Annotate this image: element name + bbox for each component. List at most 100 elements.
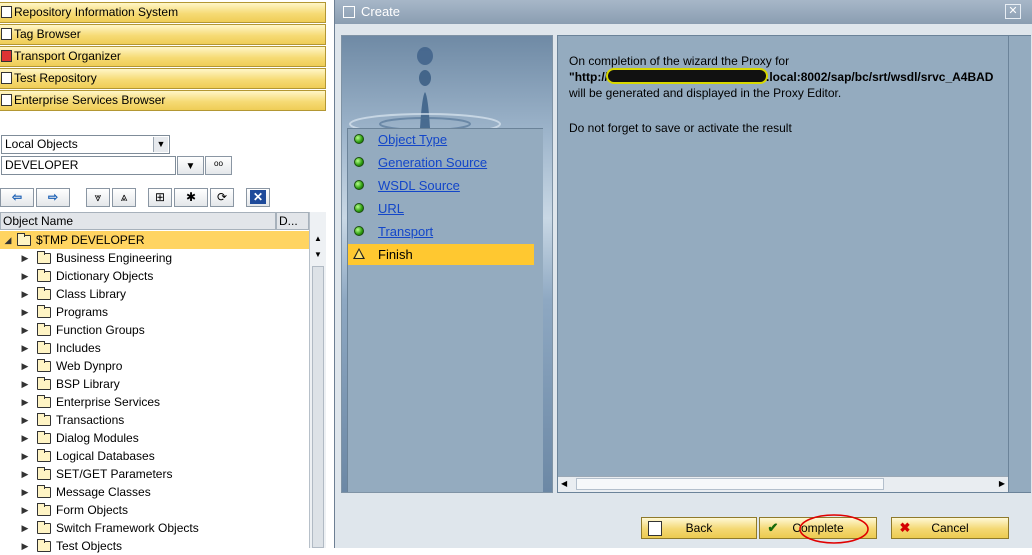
folder-icon	[37, 269, 51, 282]
dialog-side-strip	[1009, 35, 1031, 493]
dropdown-button[interactable]: ▼	[177, 156, 204, 175]
tree-node[interactable]: ▶ Message Classes	[0, 483, 309, 501]
collapsed-arrow-icon[interactable]: ▶	[20, 465, 30, 483]
object-name-value: DEVELOPER	[5, 158, 79, 172]
expanded-arrow-icon: ◢	[4, 235, 12, 245]
collapsed-arrow-icon[interactable]: ▶	[20, 321, 30, 339]
tree-node[interactable]: ▶ Test Objects	[0, 537, 309, 555]
nav-enterprise-services-browser[interactable]: Enterprise Services Browser	[0, 90, 326, 111]
step-generation-source[interactable]: Generation Source	[348, 152, 542, 173]
collapsed-arrow-icon[interactable]: ▶	[20, 393, 30, 411]
nav-transport-organizer[interactable]: Transport Organizer	[0, 46, 326, 67]
column-header-label: Object Name	[3, 214, 74, 228]
wizard-message-area: On completion of the wizard the Proxy fo…	[557, 35, 1009, 493]
collapsed-arrow-icon[interactable]: ▶	[20, 429, 30, 447]
tree-node[interactable]: ▶ Form Objects	[0, 501, 309, 519]
refresh-icon: ⟳	[216, 190, 228, 204]
step-finish[interactable]: Finish	[348, 244, 534, 265]
tree-node[interactable]: ▶ Includes	[0, 339, 309, 357]
tree-node-label: Dialog Modules	[56, 431, 139, 445]
nav-repository-information-system[interactable]: Repository Information System	[0, 2, 326, 23]
dialog-window-icon	[343, 6, 355, 18]
message-line-4: Do not forget to save or activate the re…	[569, 121, 792, 135]
collapsed-arrow-icon[interactable]: ▶	[20, 519, 30, 537]
column-header-description[interactable]: D...	[276, 212, 309, 230]
tree-node[interactable]: ▶ Class Library	[0, 285, 309, 303]
tree-node[interactable]: ▶ Switch Framework Objects	[0, 519, 309, 537]
nav-label: Repository Information System	[14, 5, 179, 19]
collapsed-arrow-icon[interactable]: ▶	[20, 339, 30, 357]
collapsed-arrow-icon[interactable]: ▶	[20, 375, 30, 393]
tree-scrollbar[interactable]: ▲ ▼	[309, 212, 326, 548]
dialog-title-bar: Create ✕	[335, 0, 1032, 24]
glasses-icon: ᵒᵒ	[213, 158, 224, 172]
hierarchy-button[interactable]: ⊞	[148, 188, 172, 207]
tree-node[interactable]: ▶ SET/GET Parameters	[0, 465, 309, 483]
cancel-button[interactable]: ✖ Cancel	[891, 517, 1009, 539]
tree-node[interactable]: ▶ Enterprise Services	[0, 393, 309, 411]
tree-node[interactable]: ▶ Web Dynpro	[0, 357, 309, 375]
tree-node[interactable]: ▶ Logical Databases	[0, 447, 309, 465]
forward-nav-button[interactable]: ⇨	[36, 188, 70, 207]
collapsed-arrow-icon[interactable]: ▶	[20, 357, 30, 375]
gear-icon: ✱	[185, 190, 197, 204]
tree-node[interactable]: ▶ Programs	[0, 303, 309, 321]
tree-node[interactable]: ▶ Function Groups	[0, 321, 309, 339]
tree-node-label: Function Groups	[56, 323, 145, 337]
checkmark-icon: ✔	[767, 520, 779, 535]
tree-node[interactable]: ▶ BSP Library	[0, 375, 309, 393]
complete-button[interactable]: ✔ Complete	[759, 514, 877, 544]
back-button[interactable]: Back	[641, 517, 757, 539]
step-label[interactable]: Transport	[378, 221, 433, 242]
scroll-thumb[interactable]	[576, 478, 884, 490]
collapse-all-button[interactable]: ⩓	[112, 188, 136, 207]
wizard-steps-list: Object Type Generation Source WSDL Sourc…	[347, 128, 543, 492]
step-transport[interactable]: Transport	[348, 221, 542, 242]
step-label: Finish	[378, 247, 413, 262]
collapsed-arrow-icon[interactable]: ▶	[20, 537, 30, 555]
collapsed-arrow-icon[interactable]: ▶	[20, 411, 30, 429]
step-url[interactable]: URL	[348, 198, 542, 219]
back-nav-button[interactable]: ⇦	[0, 188, 34, 207]
horizontal-scrollbar[interactable]: ◀ ▶	[558, 476, 1008, 492]
scroll-thumb[interactable]	[312, 266, 324, 548]
collapsed-arrow-icon[interactable]: ▶	[20, 285, 30, 303]
tree-node[interactable]: ▶ Dictionary Objects	[0, 267, 309, 285]
column-header-object-name[interactable]: Object Name	[0, 212, 276, 230]
collapsed-arrow-icon[interactable]: ▶	[20, 447, 30, 465]
collapse-icon: ⩓	[120, 190, 128, 204]
folder-icon	[37, 395, 51, 408]
collapsed-arrow-icon[interactable]: ▶	[20, 483, 30, 501]
collapsed-arrow-icon[interactable]: ▶	[20, 267, 30, 285]
folder-icon	[37, 287, 51, 300]
step-label[interactable]: WSDL Source	[378, 175, 460, 196]
tree-root-node[interactable]: ◢ $TMP DEVELOPER	[0, 231, 309, 249]
folder-icon	[37, 539, 51, 552]
step-object-type[interactable]: Object Type	[348, 129, 542, 150]
tree-root-label: $TMP DEVELOPER	[36, 233, 145, 247]
object-name-input[interactable]: DEVELOPER	[1, 156, 176, 175]
close-icon[interactable]: ✕	[1005, 4, 1021, 19]
dialog-title: Create	[361, 4, 401, 19]
green-status-icon	[354, 226, 364, 236]
collapsed-arrow-icon[interactable]: ▶	[20, 303, 30, 321]
display-button[interactable]: ᵒᵒ	[205, 156, 232, 175]
step-label[interactable]: Object Type	[378, 129, 447, 150]
step-wsdl-source[interactable]: WSDL Source	[348, 175, 542, 196]
object-type-select[interactable]: Local Objects ▼	[1, 135, 170, 154]
refresh-button[interactable]: ⟳	[210, 188, 234, 207]
step-label[interactable]: Generation Source	[378, 152, 487, 173]
step-label[interactable]: URL	[378, 198, 404, 219]
tree-node[interactable]: ▶ Dialog Modules	[0, 429, 309, 447]
tree-node-label: Message Classes	[56, 485, 151, 499]
message-line-3: will be generated and displayed in the P…	[569, 86, 842, 100]
collapsed-arrow-icon[interactable]: ▶	[20, 249, 30, 267]
nav-tag-browser[interactable]: Tag Browser	[0, 24, 326, 45]
tree-node[interactable]: ▶ Transactions	[0, 411, 309, 429]
close-browser-button[interactable]: ✕	[246, 188, 270, 207]
nav-test-repository[interactable]: Test Repository	[0, 68, 326, 89]
expand-all-button[interactable]: ⩔	[86, 188, 110, 207]
tree-node[interactable]: ▶ Business Engineering	[0, 249, 309, 267]
settings-button[interactable]: ✱	[174, 188, 208, 207]
collapsed-arrow-icon[interactable]: ▶	[20, 501, 30, 519]
